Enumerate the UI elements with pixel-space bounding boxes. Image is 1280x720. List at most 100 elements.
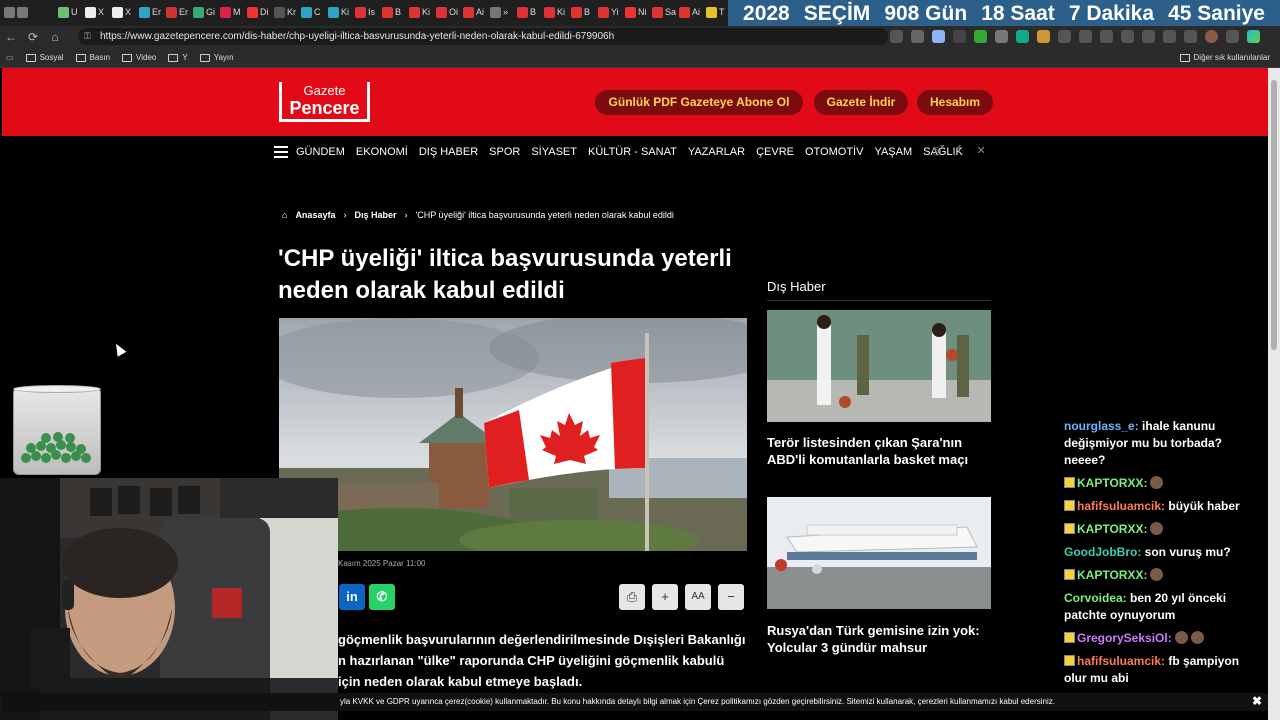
reload-icon[interactable]: ⟳ xyxy=(22,30,44,44)
font-reset-button[interactable]: AA xyxy=(685,584,711,610)
nav-siyaset[interactable]: SİYASET xyxy=(531,146,577,158)
sidebar-news-image[interactable] xyxy=(767,497,991,609)
browser-tab[interactable]: Kr xyxy=(274,4,300,20)
browser-tab[interactable]: Ki xyxy=(544,4,570,20)
close-icon[interactable]: ✖ xyxy=(1252,694,1262,708)
browser-tab[interactable]: » xyxy=(490,4,516,20)
favicon-icon xyxy=(652,6,663,18)
bookmark-folder[interactable]: Yayın xyxy=(199,53,234,62)
browser-tab[interactable]: Er xyxy=(139,4,165,20)
url-field[interactable]: ⚿ https://www.gazetepencere.com/dis-habe… xyxy=(78,28,888,45)
breadcrumb-section[interactable]: Dış Haber xyxy=(354,210,396,220)
browser-tab[interactable]: B xyxy=(382,4,408,20)
browser-tab[interactable]: Ki xyxy=(328,4,354,20)
extension-icon[interactable] xyxy=(1016,30,1029,43)
font-decrease-button[interactable]: − xyxy=(718,584,744,610)
nav-cevre[interactable]: ÇEVRE xyxy=(756,146,794,158)
print-button[interactable]: ⎙ xyxy=(619,584,645,610)
chat-username: KAPTORXX: xyxy=(1077,476,1148,490)
sidebar-news-caption[interactable]: Terör listesinden çıkan Şara'nın ABD'li … xyxy=(767,434,991,468)
browser-tab[interactable]: Yi xyxy=(598,4,624,20)
extension-icon[interactable] xyxy=(974,30,987,43)
browser-tab[interactable]: Di xyxy=(247,4,273,20)
extension-icon[interactable] xyxy=(1037,30,1050,43)
nav-kultur-sanat[interactable]: KÜLTÜR - SANAT xyxy=(588,146,677,158)
nav-dis-haber[interactable]: DIŞ HABER xyxy=(419,146,478,158)
download-newspaper-button[interactable]: Gazete İndir xyxy=(814,90,908,115)
health-icon[interactable] xyxy=(1142,30,1155,43)
favorite-star-icon[interactable] xyxy=(932,30,945,43)
nav-yazarlar[interactable]: YAZARLAR xyxy=(688,146,745,158)
browser-tab[interactable]: Sa xyxy=(652,4,678,20)
copilot-icon[interactable] xyxy=(1247,30,1260,43)
site-info-icon[interactable]: ⚿ xyxy=(84,28,91,45)
bookmark-folder[interactable]: Y xyxy=(168,53,188,62)
browser-tab[interactable]: X xyxy=(112,4,138,20)
bookmark-folder[interactable]: Video xyxy=(122,53,156,62)
nav-yasam[interactable]: YAŞAM xyxy=(874,146,912,158)
nav-gundem[interactable]: GÜNDEM xyxy=(296,146,345,158)
back-icon[interactable]: ← xyxy=(0,30,22,44)
nav-spor[interactable]: SPOR xyxy=(489,146,520,158)
article-date: Kasım 2025 Pazar 11:00 xyxy=(338,559,426,568)
chat-username: hafifsuluamcik: xyxy=(1077,654,1166,668)
browser-tab[interactable]: Gi xyxy=(193,4,219,20)
nav-otomotiv[interactable]: OTOMOTİV xyxy=(805,146,863,158)
bookmark-folder[interactable]: Sosyal xyxy=(25,53,64,62)
bookmark-folder[interactable]: Basın xyxy=(75,53,110,62)
avatar[interactable] xyxy=(1205,30,1218,43)
browser-tab[interactable]: Is xyxy=(355,4,381,20)
nav-ekonomi[interactable]: EKONOMİ xyxy=(356,146,408,158)
browser-tab[interactable]: Er xyxy=(166,4,192,20)
settings-icon[interactable] xyxy=(1184,30,1197,43)
site-logo[interactable]: Gazete Pencere xyxy=(279,82,370,122)
favorites-icon[interactable] xyxy=(1100,30,1113,43)
emote-icon xyxy=(1190,631,1204,644)
scrollbar-thumb[interactable] xyxy=(1271,80,1277,350)
sidebar-news-caption[interactable]: Rusya'dan Türk gemisine izin yok: Yolcul… xyxy=(767,622,991,656)
whatsapp-share-button[interactable]: ✆ xyxy=(369,584,395,610)
favicon-icon xyxy=(517,6,528,18)
reading-list-icon[interactable]: ▭ xyxy=(6,53,14,62)
facebook-icon[interactable]: f xyxy=(958,144,961,157)
browser-tab[interactable]: B xyxy=(517,4,543,20)
breadcrumb-home[interactable]: Anasayfa xyxy=(295,210,335,220)
browser-tab[interactable]: U xyxy=(58,4,84,20)
browser-tab-title: Ki xyxy=(341,7,350,17)
reader-icon[interactable] xyxy=(911,30,924,43)
font-increase-button[interactable]: + xyxy=(652,584,678,610)
browser-tab[interactable]: M xyxy=(220,4,246,20)
collections-icon[interactable] xyxy=(1121,30,1134,43)
more-icon[interactable] xyxy=(1226,30,1239,43)
account-button[interactable]: Hesabım xyxy=(917,90,993,115)
folder-icon xyxy=(25,53,36,62)
chat-message: hafifsuluamcik: büyük haber xyxy=(1064,498,1264,515)
browser-tab[interactable]: Ai xyxy=(679,4,705,20)
instagram-icon[interactable]: ◎ xyxy=(932,144,942,157)
grid-icon[interactable] xyxy=(890,30,903,43)
browser-tab[interactable]: Ni xyxy=(625,4,651,20)
webcam-overlay xyxy=(0,478,338,720)
workspaces-icon[interactable] xyxy=(4,4,54,20)
menu-icon[interactable] xyxy=(274,146,288,158)
cookie-banner: yla KVKK ve GDPR uyarınca çerez(cookie) … xyxy=(2,693,1268,711)
split-screen-icon[interactable] xyxy=(1079,30,1092,43)
linkedin-share-button[interactable]: in xyxy=(339,584,365,610)
browser-tab[interactable]: Ai xyxy=(463,4,489,20)
extension-icon[interactable] xyxy=(995,30,1008,43)
browser-tab[interactable]: Oi xyxy=(436,4,462,20)
page-scrollbar[interactable] xyxy=(1268,68,1280,720)
home-icon[interactable]: ⌂ xyxy=(44,30,66,44)
download-icon[interactable] xyxy=(1163,30,1176,43)
sidebar-news-image[interactable] xyxy=(767,310,991,422)
other-bookmarks[interactable]: Diğer sık kullanılanlar xyxy=(1179,53,1270,62)
x-icon[interactable]: ✕ xyxy=(977,144,986,157)
browser-tab[interactable]: B xyxy=(571,4,597,20)
browser-tab[interactable]: C xyxy=(301,4,327,20)
extension-icon[interactable] xyxy=(953,30,966,43)
browser-tab-title: C xyxy=(314,7,321,17)
subscribe-button[interactable]: Günlük PDF Gazeteye Abone Ol xyxy=(595,90,803,115)
puzzle-icon[interactable] xyxy=(1058,30,1071,43)
browser-tab[interactable]: Ki xyxy=(409,4,435,20)
browser-tab[interactable]: X xyxy=(85,4,111,20)
